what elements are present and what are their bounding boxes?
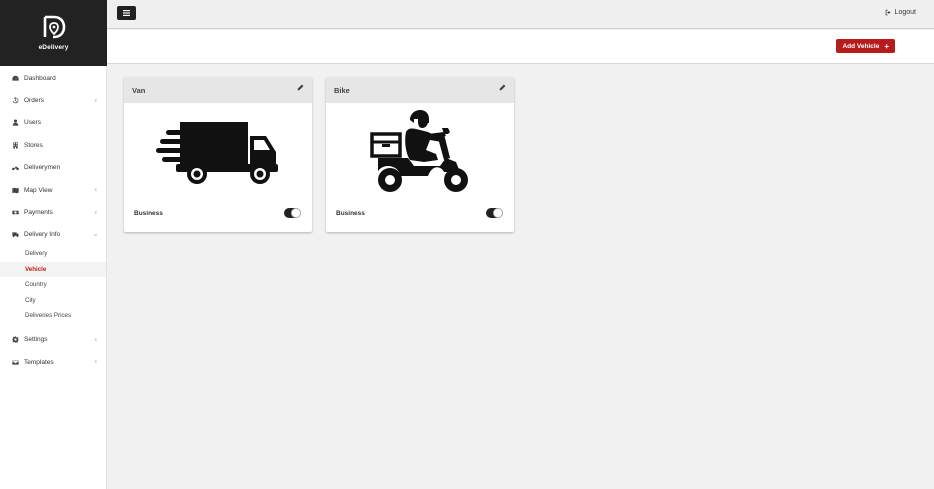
sidebar-item-label: Orders [24,97,44,105]
sidebar-item-deliverymen[interactable]: Deliverymen [0,157,106,179]
chevron-left-icon: ‹ [94,209,97,217]
chevron-left-icon: ‹ [94,186,97,194]
sidebar-item-stores[interactable]: Stores [0,134,106,156]
vehicle-name: Van [132,86,146,95]
chevron-left-icon: ‹ [94,97,97,105]
brand-logo[interactable]: eDelivery [0,0,107,66]
sidebar-item-label: Payments [24,209,53,217]
sidebar-item-label: Map View [24,186,53,194]
vehicle-card-van: Van Business [124,77,312,232]
logout-link[interactable]: Logout [885,9,916,16]
van-image [124,107,312,197]
sidebar-item-label: Delivery Info [24,231,61,239]
pencil-icon[interactable] [297,84,304,91]
sidebar: eDelivery Dashboard Orders ‹ Users Store… [0,0,107,489]
delivery-info-submenu: Delivery Vehicle Country City Deliveries… [0,246,106,324]
sidebar-subitem-city[interactable]: City [0,293,106,309]
sidebar-subitem-delivery[interactable]: Delivery [0,246,106,262]
sidebar-item-delivery-info[interactable]: Delivery Info ‹ [0,224,106,246]
card-header: Bike [326,77,514,103]
sidebar-item-dashboard[interactable]: Dashboard [0,67,106,89]
sidebar-item-label: Templates [24,358,54,366]
sidebar-subitem-vehicle[interactable]: Vehicle [0,261,106,278]
sidebar-item-settings[interactable]: Settings ‹ [0,329,106,351]
toggle-knob [291,208,301,218]
sidebar-item-users[interactable]: Users [0,112,106,134]
chevron-left-icon: ‹ [94,336,97,344]
logo-icon [43,15,65,39]
sidebar-item-payments[interactable]: Payments ‹ [0,201,106,223]
page-toolbar: Add Vehicle + [107,30,934,64]
chevron-down-icon: ‹ [92,233,100,237]
plus-icon: + [884,41,889,51]
chevron-left-icon: ‹ [94,358,97,366]
add-vehicle-label: Add Vehicle [842,42,880,50]
sidebar-menu: Dashboard Orders ‹ Users Stores Delivery… [0,67,106,246]
card-header: Van [124,77,312,103]
sidebar-item-label: Settings [24,336,48,344]
sidebar-subitem-country[interactable]: Country [0,277,106,293]
pencil-icon[interactable] [499,84,506,91]
sidebar-item-map-view[interactable]: Map View ‹ [0,179,106,201]
sidebar-item-label: Dashboard [24,74,56,82]
vehicle-name: Bike [334,86,350,95]
toggle-knob [493,208,503,218]
sidebar-menu-bottom: Settings ‹ Templates ‹ [0,329,106,374]
vehicle-toggle[interactable] [486,208,503,218]
motorcycle-icon [11,164,19,172]
user-icon [11,119,19,127]
logout-label: Logout [894,9,916,16]
add-vehicle-button[interactable]: Add Vehicle + [836,39,895,53]
sidebar-subitem-deliveries-prices[interactable]: Deliveries Prices [0,308,106,324]
sidebar-item-orders[interactable]: Orders ‹ [0,89,106,111]
scooter-image [326,107,514,197]
money-icon [11,209,19,217]
sidebar-item-templates[interactable]: Templates ‹ [0,351,106,373]
envelope-icon [11,358,19,366]
sidebar-item-label: Deliverymen [24,164,61,172]
vehicle-card-bike: Bike Business [326,77,514,232]
vehicle-toggle[interactable] [284,208,301,218]
sidebar-item-label: Stores [24,141,43,149]
vehicle-category: Business [336,210,365,217]
gear-icon [11,336,19,344]
truck-icon [11,231,19,239]
scooter-rider-icon [370,110,468,192]
history-icon [11,97,19,105]
brand-name: eDelivery [38,44,69,51]
sign-out-icon [885,9,891,16]
sidebar-item-label: Users [24,119,41,127]
menu-toggle-button[interactable] [117,6,136,20]
van-icon [156,122,278,184]
vehicle-category: Business [134,210,163,217]
dashboard-icon [11,74,19,82]
map-icon [11,186,19,194]
building-icon [11,141,19,149]
top-bar: Logout [107,0,934,29]
hamburger-icon [123,10,130,16]
